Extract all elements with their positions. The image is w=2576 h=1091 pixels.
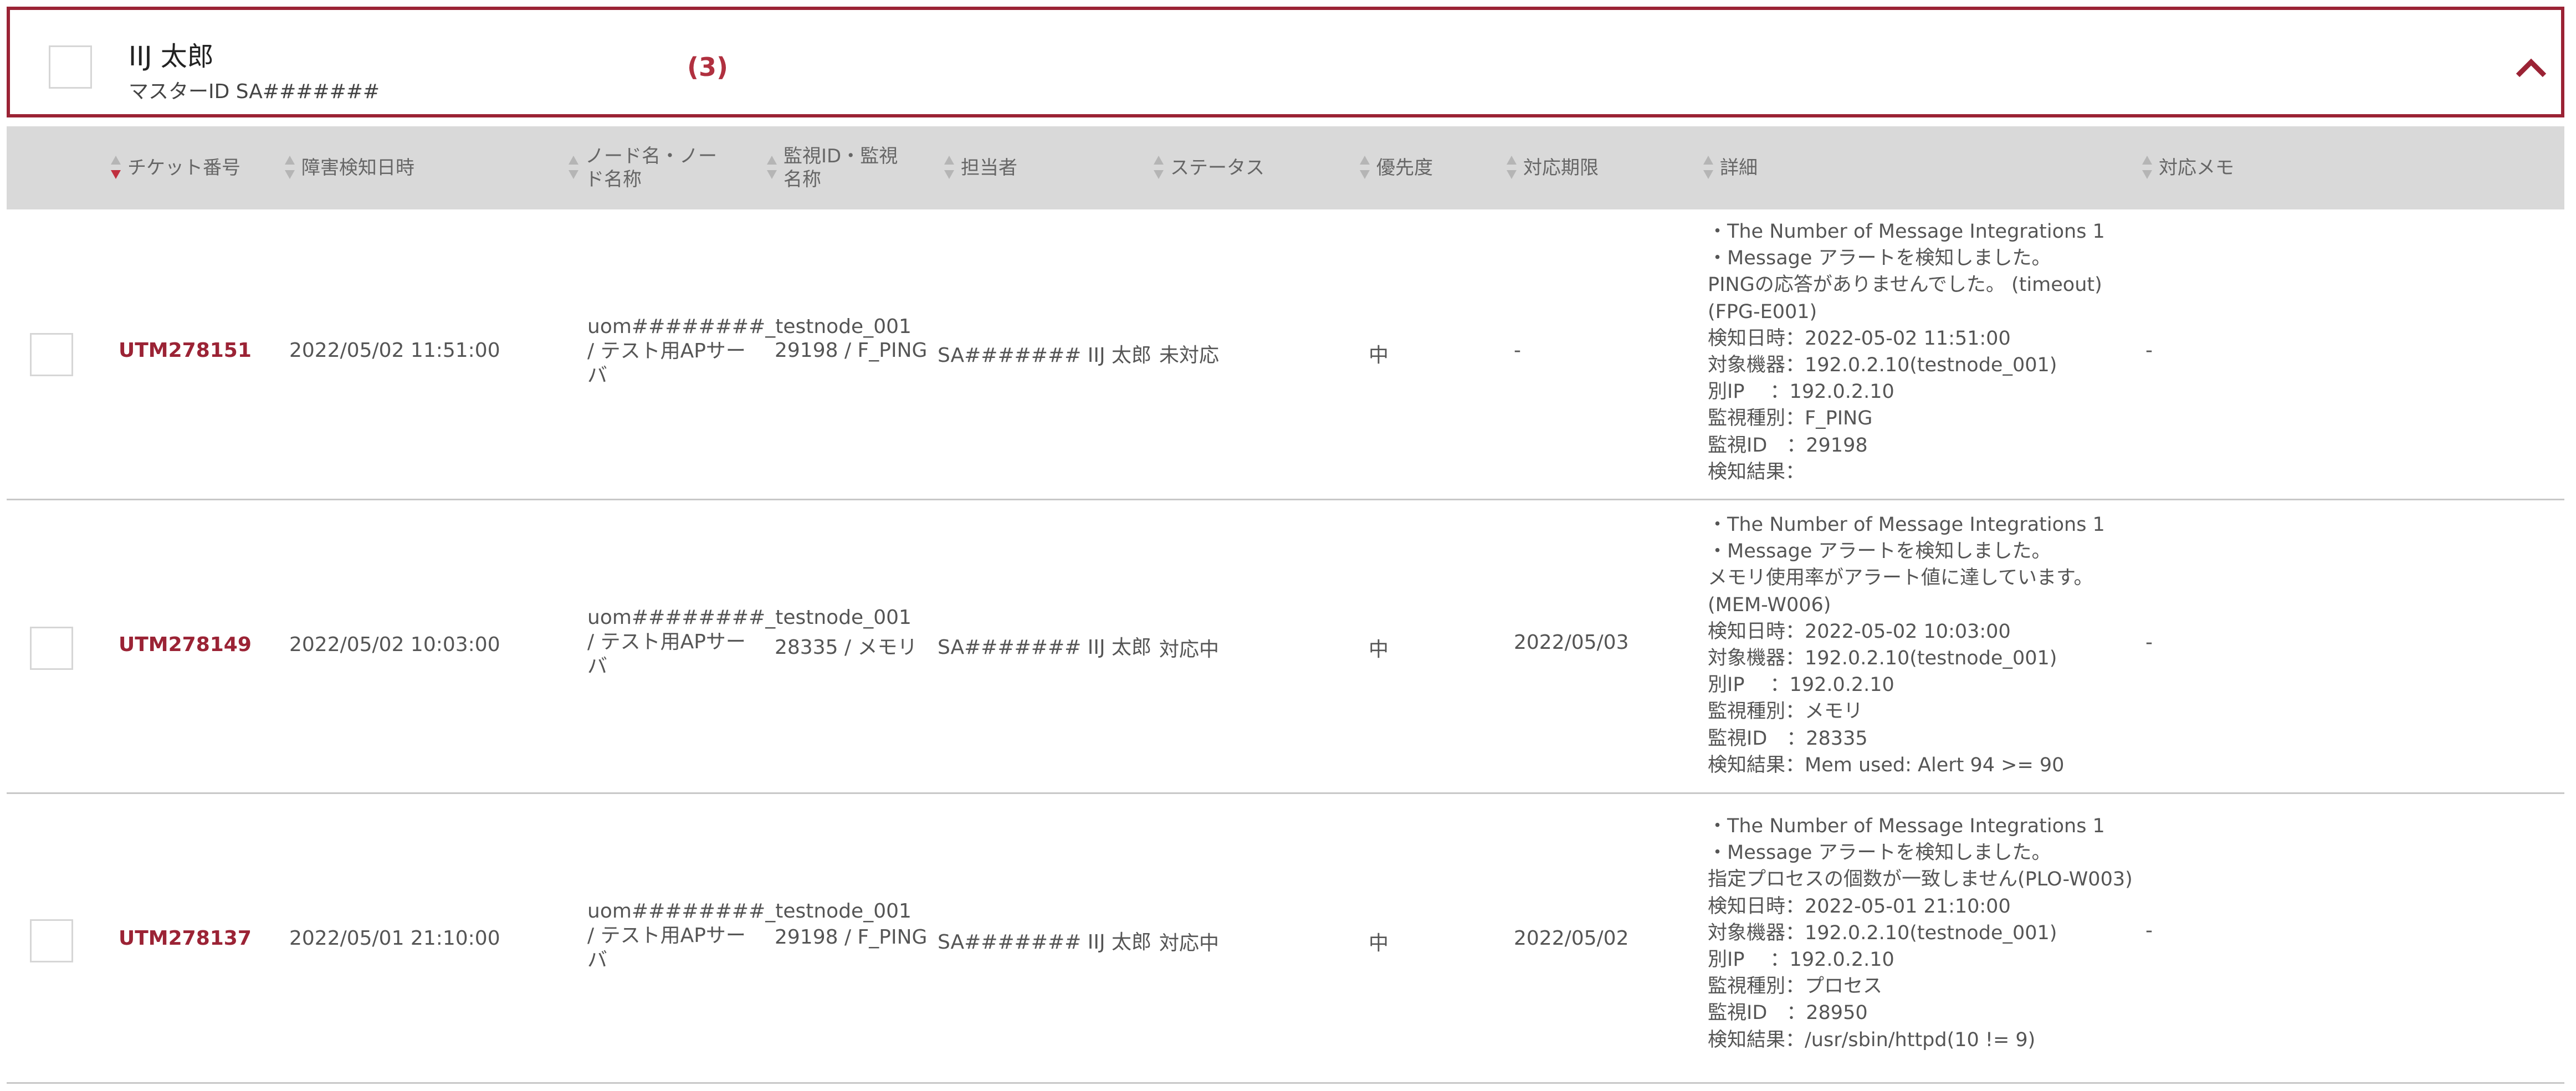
- detail-text: ・The Number of Message Integrations 1 ・M…: [1708, 221, 2105, 483]
- assignee: SA####### IIJ 太郎: [938, 636, 1152, 659]
- monitor-id-name: 29198 / F_PING: [775, 926, 928, 949]
- sort-icon[interactable]: [2141, 155, 2153, 181]
- column-deadline-label: 対応期限: [1523, 157, 1599, 179]
- status: 未対応: [1159, 344, 1220, 367]
- column-detected-at[interactable]: 障害検知日時: [284, 126, 414, 209]
- column-detail-label: 詳細: [1720, 157, 1758, 179]
- sort-icon[interactable]: [1153, 155, 1165, 181]
- node-name: uom########_testnode_001 / テスト用APサーバ: [587, 606, 911, 678]
- row-select-checkbox[interactable]: [30, 333, 73, 376]
- memo: -: [2145, 919, 2153, 942]
- assignee: SA####### IIJ 太郎: [938, 931, 1152, 954]
- sort-icon[interactable]: [1505, 155, 1518, 181]
- group-user-name: IIJ 太郎: [129, 41, 214, 72]
- detail-text: ・The Number of Message Integrations 1 ・M…: [1708, 815, 2133, 1051]
- column-monitor[interactable]: 監視ID・監視名称: [766, 126, 905, 209]
- monitor-id-name: 29198 / F_PING: [775, 339, 928, 362]
- assignee: SA####### IIJ 太郎: [938, 344, 1152, 367]
- row-select-checkbox[interactable]: [30, 627, 73, 670]
- deadline: 2022/05/03: [1514, 631, 1629, 654]
- group-ticket-count: (3): [687, 52, 729, 82]
- ticket-number-link[interactable]: UTM278137: [119, 927, 252, 950]
- column-deadline[interactable]: 対応期限: [1505, 126, 1599, 209]
- column-memo-label: 対応メモ: [2159, 157, 2234, 179]
- deadline: -: [1514, 339, 1521, 362]
- detail-text: ・The Number of Message Integrations 1 ・M…: [1708, 514, 2105, 776]
- column-status-label: ステータス: [1170, 157, 1264, 179]
- column-assignee-label: 担当者: [961, 157, 1017, 179]
- sort-icon[interactable]: [1359, 155, 1371, 181]
- group-select-checkbox[interactable]: [49, 45, 92, 89]
- sort-icon[interactable]: [567, 155, 580, 181]
- column-status[interactable]: ステータス: [1153, 126, 1264, 209]
- node-name: uom########_testnode_001 / テスト用APサーバ: [587, 900, 911, 971]
- table-header: チケット番号 障害検知日時 ノード名・ノード名称 監視ID・監視名称 担当者 ス…: [7, 126, 2564, 209]
- ticket-number-link[interactable]: UTM278149: [119, 633, 252, 656]
- detected-at: 2022/05/02 11:51:00: [289, 339, 500, 362]
- node-name: uom########_testnode_001 / テスト用APサーバ: [587, 315, 911, 387]
- deadline: 2022/05/02: [1514, 927, 1629, 950]
- memo: -: [2145, 339, 2153, 362]
- column-detail[interactable]: 詳細: [1702, 126, 1758, 209]
- column-monitor-label: 監視ID・監視名称: [783, 145, 898, 191]
- monitor-id-name: 28335 / メモリ: [775, 636, 918, 659]
- group-master-id: マスターID SA#######: [129, 80, 380, 103]
- memo: -: [2145, 631, 2153, 654]
- sort-descending-icon[interactable]: [110, 155, 122, 181]
- detected-at: 2022/05/02 10:03:00: [289, 633, 500, 656]
- column-priority-label: 優先度: [1376, 157, 1433, 179]
- detected-at: 2022/05/01 21:10:00: [289, 927, 500, 950]
- column-node[interactable]: ノード名・ノード名称: [567, 126, 735, 209]
- ticket-number-link[interactable]: UTM278151: [119, 339, 252, 362]
- priority: 中: [1369, 638, 1389, 661]
- row-select-checkbox[interactable]: [30, 919, 73, 962]
- column-assignee[interactable]: 担当者: [943, 126, 1017, 209]
- table-row[interactable]: UTM278149 2022/05/02 10:03:00 uom#######…: [7, 500, 2564, 794]
- status: 対応中: [1159, 932, 1220, 955]
- table-row[interactable]: UTM278151 2022/05/02 11:51:00 uom#######…: [7, 209, 2564, 500]
- table-row[interactable]: UTM278137 2022/05/01 21:10:00 uom#######…: [7, 794, 2564, 1084]
- column-ticket[interactable]: チケット番号: [110, 126, 240, 209]
- column-ticket-label: チケット番号: [127, 157, 240, 179]
- chevron-up-icon[interactable]: [2514, 57, 2548, 79]
- sort-icon[interactable]: [943, 155, 955, 181]
- status: 対応中: [1159, 638, 1220, 661]
- group-header[interactable]: IIJ 太郎 マスターID SA####### (3): [7, 7, 2564, 117]
- column-node-label: ノード名・ノード名称: [585, 145, 717, 191]
- sort-icon[interactable]: [1702, 155, 1714, 181]
- priority: 中: [1369, 344, 1389, 367]
- sort-icon[interactable]: [766, 155, 778, 181]
- column-memo[interactable]: 対応メモ: [2141, 126, 2234, 209]
- priority: 中: [1369, 932, 1389, 955]
- column-detected-at-label: 障害検知日時: [301, 157, 414, 179]
- column-priority[interactable]: 優先度: [1359, 126, 1433, 209]
- sort-icon[interactable]: [284, 155, 296, 181]
